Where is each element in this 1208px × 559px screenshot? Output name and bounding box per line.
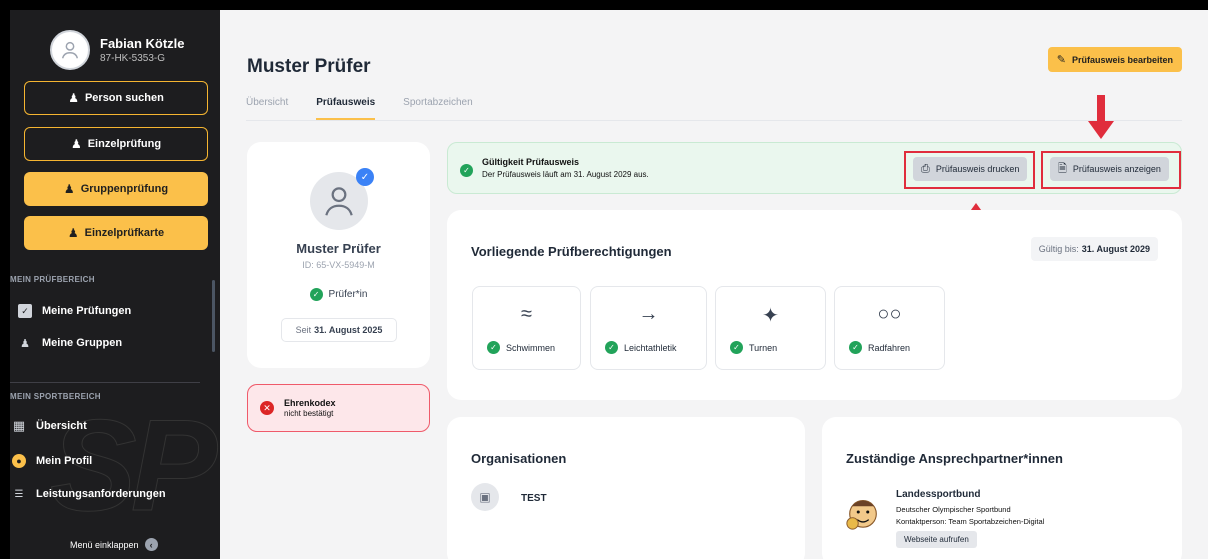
- sidebar-scrollbar[interactable]: [212, 280, 215, 352]
- dashboard-icon: ▦: [12, 418, 26, 433]
- sidebar-item-my-groups[interactable]: ♟ Meine Gruppen: [18, 336, 122, 350]
- contact-line-1: Deutscher Olympischer Sportbund: [896, 505, 1011, 514]
- organisations-card: Organisationen ▣ TEST: [447, 417, 805, 559]
- sidebar-divider: [10, 382, 200, 383]
- validity-text: Der Prüfausweis läuft am 31. August 2029…: [482, 170, 649, 179]
- user-id: 87-HK-5353-G: [100, 53, 166, 64]
- contact-organisation: Landessportbund: [896, 489, 981, 500]
- ehrenkodex-alert: ✕ Ehrenkodex nicht bestätigt: [247, 384, 430, 432]
- sidebar-item-my-profile[interactable]: ● Mein Profil: [12, 454, 92, 468]
- tab-id-card[interactable]: Prüfausweis: [316, 97, 376, 120]
- arrow-down-icon: [1088, 95, 1114, 139]
- tab-overview[interactable]: Übersicht: [246, 97, 288, 120]
- running-icon: →: [638, 303, 659, 325]
- section-label-exam: MEIN PRÜFBEREICH: [10, 275, 95, 284]
- permissions-card: Vorliegende Prüfberechtigungen Gültig bi…: [447, 210, 1182, 400]
- group-icon: ♟: [20, 337, 30, 350]
- edit-id-card-button[interactable]: ✎ Prüfausweis bearbeiten: [1047, 47, 1182, 72]
- sidebar: SP Fabian Kötzle 87-HK-5353-G ♟ Person su…: [10, 10, 220, 559]
- sport-mascot-logo: [846, 500, 877, 530]
- main-content: Muster Prüfer ✎ Prüfausweis bearbeiten Üb…: [220, 10, 1208, 559]
- tab-sport-badge[interactable]: Sportabzeichen: [403, 97, 473, 120]
- sport-tile-gymnastics: ✦ ✓ Turnen: [715, 286, 826, 370]
- single-exam-button[interactable]: ♟ Einzelprüfung: [24, 127, 208, 161]
- sidebar-item-requirements[interactable]: ☰ Leistungsanforderungen: [12, 487, 166, 501]
- user-icon: ♟: [70, 137, 82, 151]
- profile-name: Muster Prüfer: [296, 241, 381, 256]
- list-check-icon: ☰: [14, 488, 24, 500]
- tabs: Übersicht Prüfausweis Sportabzeichen: [246, 97, 501, 120]
- visit-website-button[interactable]: Webseite aufrufen: [896, 531, 977, 548]
- check-circle-icon: ✓: [849, 341, 862, 354]
- gymnastics-icon: ✦: [762, 305, 779, 327]
- user-card-icon: ♟: [67, 226, 79, 240]
- person-icon: [325, 187, 353, 216]
- ehrenkodex-status: nicht bestätigt: [284, 409, 334, 418]
- error-circle-icon: ✕: [260, 401, 274, 415]
- profile-role: ✓ Prüfer*in: [247, 288, 430, 301]
- sport-tile-swimming: ≈ ✓ Schwimmen: [472, 286, 581, 370]
- collapse-menu-button[interactable]: Menü einklappen ‹: [70, 538, 158, 551]
- validity-title: Gültigkeit Prüfausweis: [482, 157, 580, 167]
- single-exam-card-button[interactable]: ♟ Einzelprüfkarte: [24, 216, 208, 250]
- profile-card: ✓ Muster Prüfer ID: 65-VX-5949-M ✓ Prüfer…: [247, 142, 430, 368]
- image-placeholder-icon: ▣: [471, 483, 499, 511]
- sport-tile-athletics: → ✓ Leichtathletik: [590, 286, 707, 370]
- user-name: Fabian Kötzle: [100, 36, 185, 51]
- chevron-left-icon: ‹: [144, 538, 158, 551]
- sidebar-item-my-exams[interactable]: ✓ Meine Prüfungen: [18, 304, 131, 318]
- contacts-card: Zuständige Ansprechpartner*innen Landess…: [822, 417, 1182, 559]
- user-header: Fabian Kötzle 87-HK-5353-G: [10, 10, 220, 78]
- person-search-button[interactable]: ♟ Person suchen: [24, 81, 208, 115]
- check-circle-icon: ✓: [309, 288, 323, 301]
- cycling-icon: ○○: [877, 303, 902, 325]
- check-circle-icon: ✓: [605, 341, 618, 354]
- valid-until-badge: Gültig bis: 31. August 2029: [1030, 237, 1158, 261]
- sidebar-item-overview[interactable]: ▦ Übersicht: [12, 418, 87, 433]
- organisations-title: Organisationen: [471, 451, 567, 466]
- users-icon: ♟: [63, 182, 75, 196]
- tabs-divider: [246, 120, 1182, 121]
- contact-line-2: Kontaktperson: Team Sportabzeichen-Digit…: [896, 517, 1045, 526]
- profile-icon: ●: [12, 454, 26, 468]
- highlight-print-button: [904, 151, 1035, 189]
- sport-tile-cycling: ○○ ✓ Radfahren: [834, 286, 945, 370]
- verified-icon: ✓: [356, 168, 374, 186]
- page-title: Muster Prüfer: [247, 56, 371, 77]
- check-circle-icon: ✓: [460, 164, 473, 177]
- section-label-sport: MEIN SPORTBEREICH: [10, 392, 101, 401]
- highlight-show-button: [1041, 151, 1181, 189]
- user-avatar[interactable]: [50, 30, 90, 70]
- user-icon: [61, 41, 79, 59]
- contacts-title: Zuständige Ansprechpartner*innen: [846, 451, 1063, 466]
- group-exam-button[interactable]: ♟ Gruppenprüfung: [24, 172, 208, 206]
- organisation-name: TEST: [521, 493, 547, 504]
- profile-since-badge: Seit 31. August 2025: [281, 318, 397, 342]
- users-search-icon: ♟: [68, 91, 79, 105]
- check-circle-icon: ✓: [730, 341, 743, 354]
- swimming-icon: ≈: [521, 303, 532, 325]
- ehrenkodex-title: Ehrenkodex: [284, 398, 336, 408]
- permissions-title: Vorliegende Prüfberechtigungen: [471, 244, 672, 259]
- profile-id: ID: 65-VX-5949-M: [302, 260, 375, 270]
- clipboard-check-icon: ✓: [18, 304, 32, 318]
- check-circle-icon: ✓: [487, 341, 500, 354]
- pencil-icon: ✎: [1056, 54, 1066, 66]
